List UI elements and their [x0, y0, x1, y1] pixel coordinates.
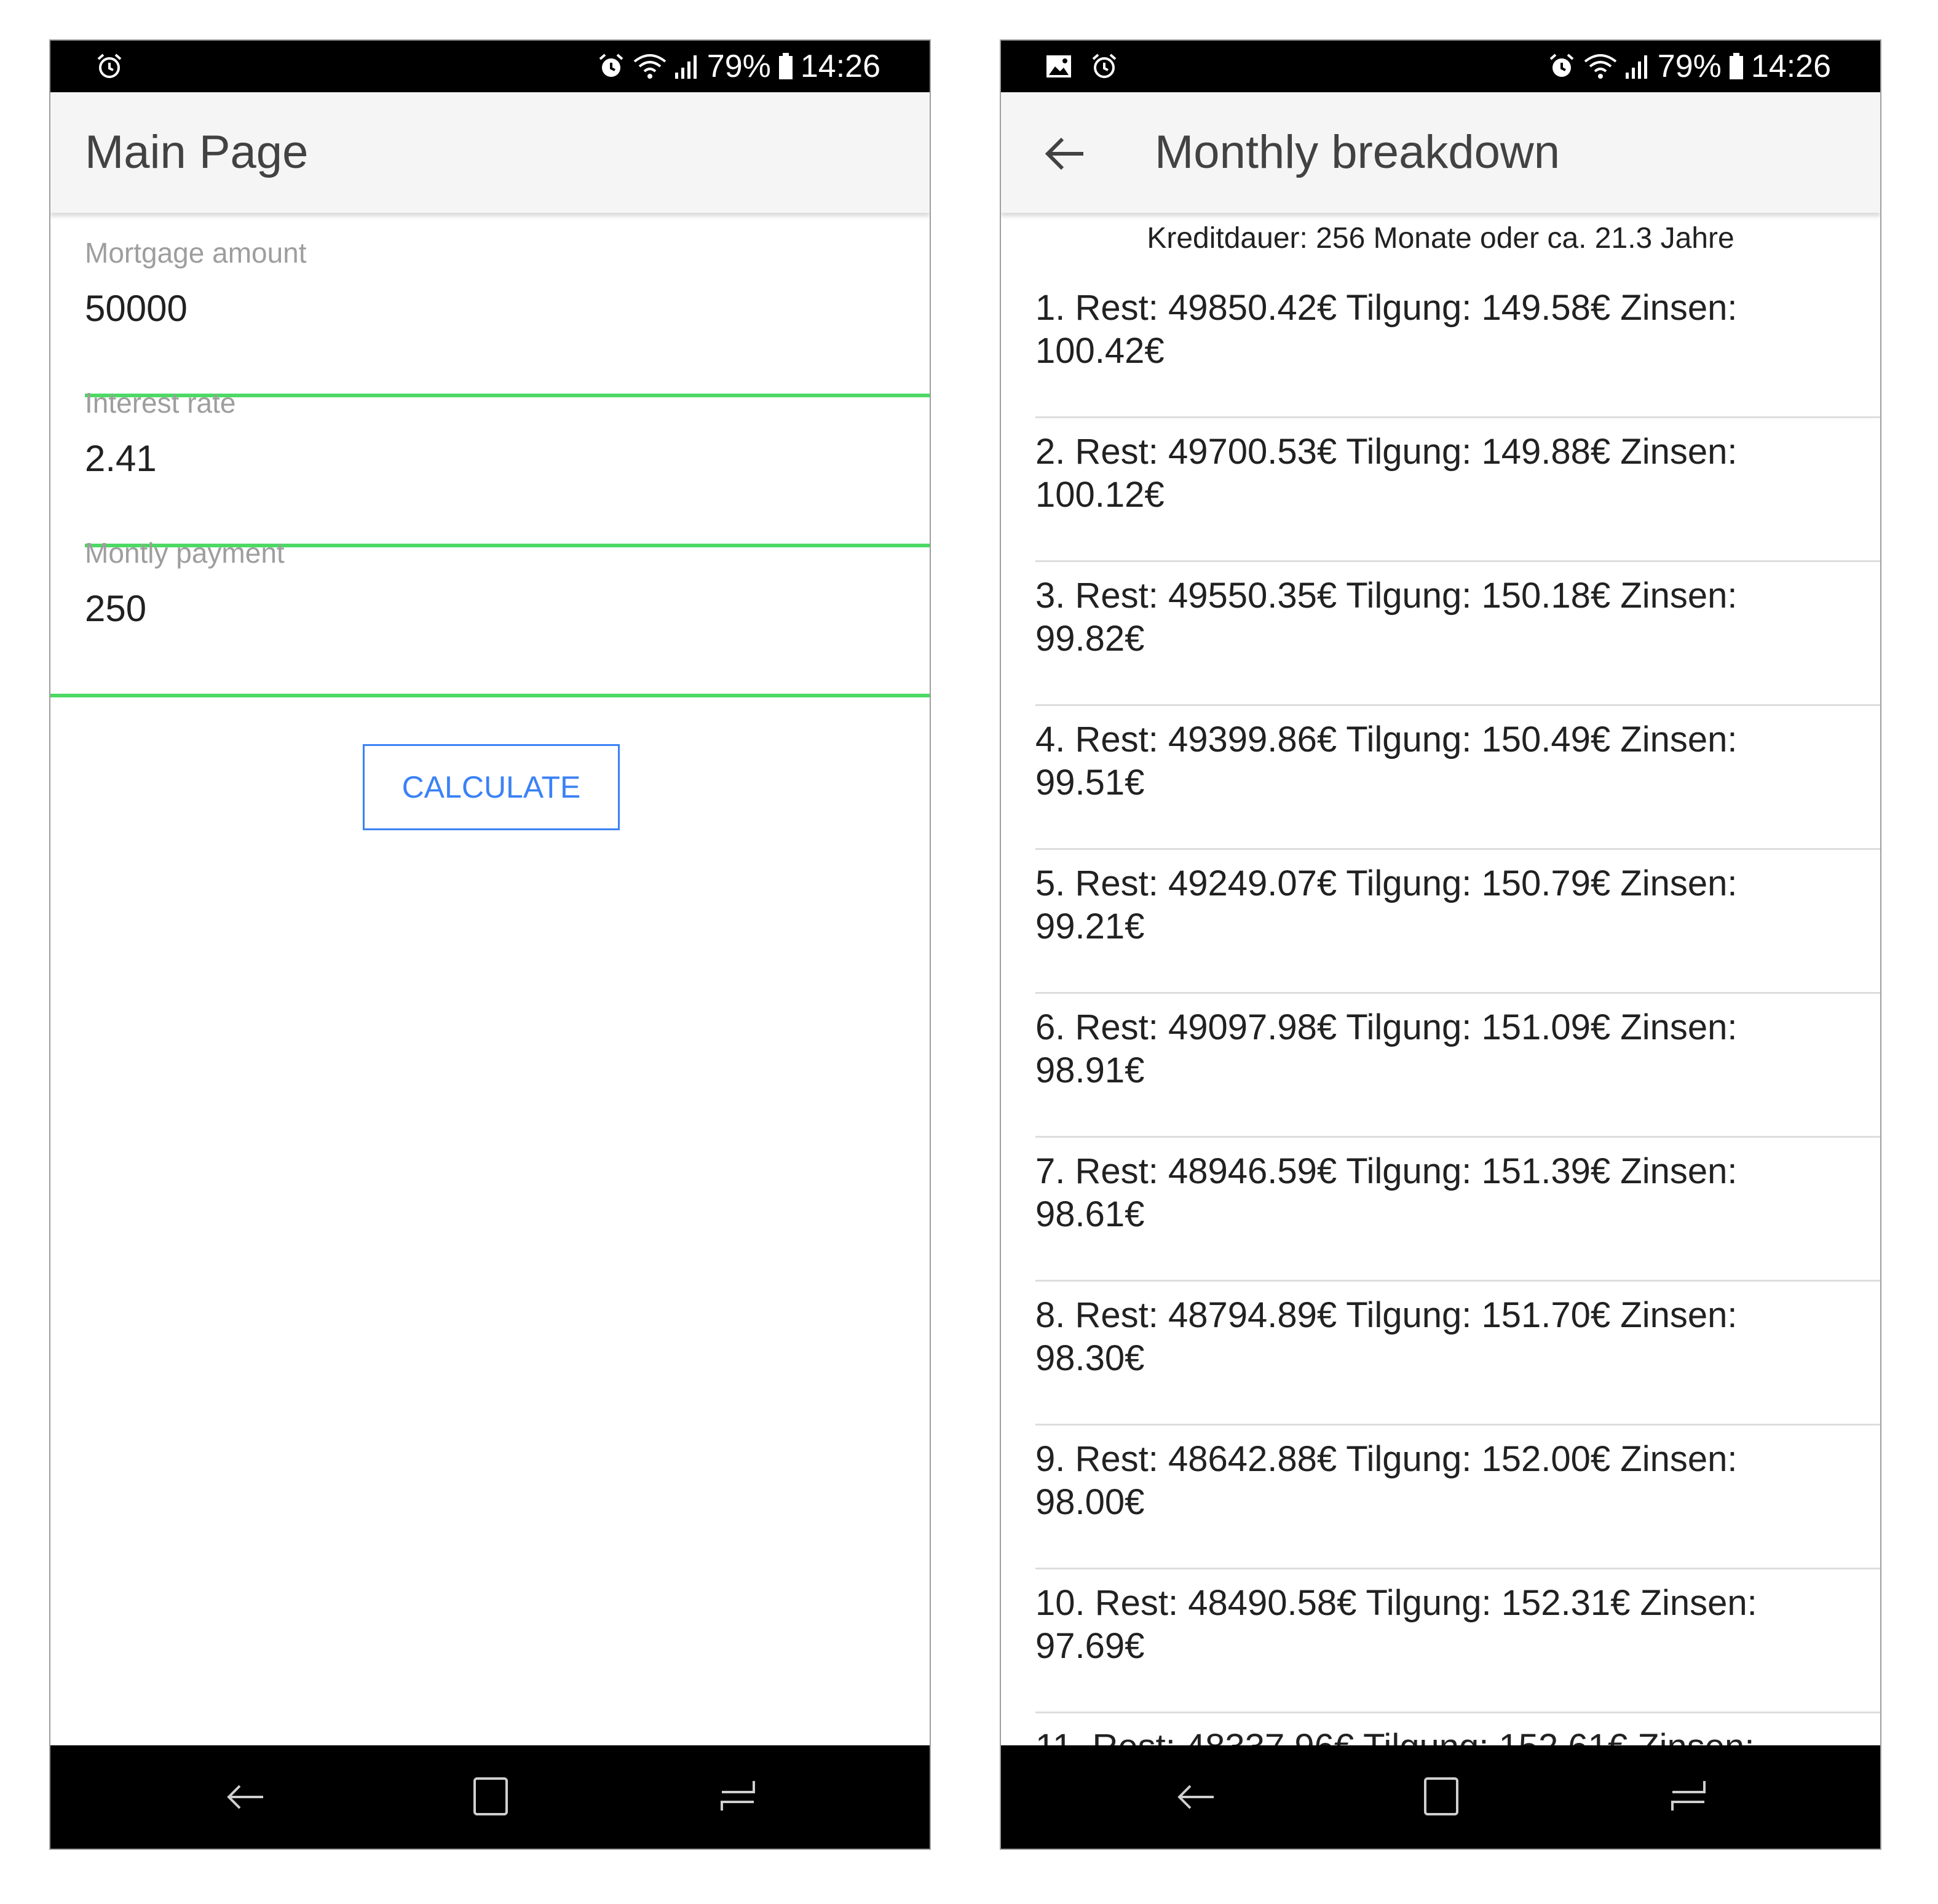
app-bar: Main Page — [50, 92, 930, 213]
status-time: 14:26 — [800, 49, 880, 84]
status-bar: 79% 14:26 — [1001, 41, 1880, 92]
mortgage-amount-label: Mortgage amount — [85, 237, 307, 269]
gallery-icon — [1046, 55, 1071, 77]
monthly-payment-label: Montly payment — [85, 537, 285, 569]
mortgage-form: Mortgage amount Interest rate Montly pay… — [50, 213, 930, 1745]
alarm-icon — [1549, 54, 1574, 77]
navigation-bar — [1001, 1745, 1880, 1849]
nav-home-icon[interactable] — [1417, 1772, 1466, 1822]
list-item[interactable]: 10. Rest: 48490.58€ Tilgung: 152.31€ Zin… — [1035, 1569, 1880, 1713]
nav-recent-icon[interactable] — [1664, 1772, 1713, 1822]
mortgage-amount-input[interactable] — [85, 282, 930, 335]
battery-percent: 79% — [706, 49, 771, 84]
main-page-screen: 79% 14:26 Main Page Mortgage amount Inte… — [49, 39, 931, 1850]
monthly-breakdown-screen: 79% 14:26 Monthly breakdown Kreditdauer:… — [1000, 39, 1881, 1850]
status-time: 14:26 — [1750, 49, 1831, 84]
battery-icon — [778, 53, 793, 79]
list-item[interactable]: 6. Rest: 49097.98€ Tilgung: 151.09€ Zins… — [1035, 994, 1880, 1138]
list-item[interactable]: 9. Rest: 48642.88€ Tilgung: 152.00€ Zins… — [1035, 1426, 1880, 1569]
signal-icon — [674, 55, 697, 79]
signal-icon — [1625, 55, 1647, 79]
breakdown-content: Kreditdauer: 256 Monate oder ca. 21.3 Ja… — [1001, 213, 1880, 1745]
interest-rate-label: Interest rate — [85, 387, 236, 419]
list-item[interactable]: 11. Rest: 48337.96€ Tilgung: 152.61€ Zin… — [1035, 1713, 1880, 1745]
list-item[interactable]: 8. Rest: 48794.89€ Tilgung: 151.70€ Zins… — [1035, 1282, 1880, 1426]
navigation-bar — [50, 1745, 930, 1849]
list-item[interactable]: 5. Rest: 49249.07€ Tilgung: 150.79€ Zins… — [1035, 850, 1880, 994]
wifi-icon — [633, 54, 666, 79]
nav-back-icon[interactable] — [1171, 1772, 1220, 1822]
calculate-button[interactable]: CALCULATE — [363, 744, 620, 830]
page-title: Main Page — [85, 126, 309, 178]
loan-duration-text: Kreditdauer: 256 Monate oder ca. 21.3 Ja… — [1147, 222, 1734, 255]
monthly-payment-underline — [50, 694, 930, 697]
list-item[interactable]: 3. Rest: 49550.35€ Tilgung: 150.18€ Zins… — [1035, 562, 1880, 706]
monthly-payment-input[interactable] — [85, 582, 930, 635]
list-item[interactable]: 1. Rest: 49850.42€ Tilgung: 149.58€ Zins… — [1035, 274, 1880, 418]
alarm-icon — [97, 54, 122, 78]
battery-icon — [1729, 53, 1743, 79]
list-item[interactable]: 4. Rest: 49399.86€ Tilgung: 150.49€ Zins… — [1035, 706, 1880, 850]
nav-recent-icon[interactable] — [713, 1772, 762, 1822]
nav-home-icon[interactable] — [466, 1772, 515, 1822]
nav-back-icon[interactable] — [220, 1772, 269, 1822]
back-arrow-icon[interactable] — [1040, 129, 1090, 178]
wifi-icon — [1584, 54, 1617, 79]
alarm-icon — [599, 54, 623, 77]
list-item[interactable]: 7. Rest: 48946.59€ Tilgung: 151.39€ Zins… — [1035, 1138, 1880, 1282]
alarm-icon — [1092, 54, 1117, 78]
breakdown-list: 1. Rest: 49850.42€ Tilgung: 149.58€ Zins… — [1035, 274, 1880, 1745]
app-bar: Monthly breakdown — [1001, 92, 1880, 213]
list-item[interactable]: 2. Rest: 49700.53€ Tilgung: 149.88€ Zins… — [1035, 418, 1880, 562]
page-title: Monthly breakdown — [1155, 126, 1560, 178]
interest-rate-input[interactable] — [85, 432, 930, 485]
battery-percent: 79% — [1657, 49, 1722, 84]
status-bar: 79% 14:26 — [50, 41, 930, 92]
